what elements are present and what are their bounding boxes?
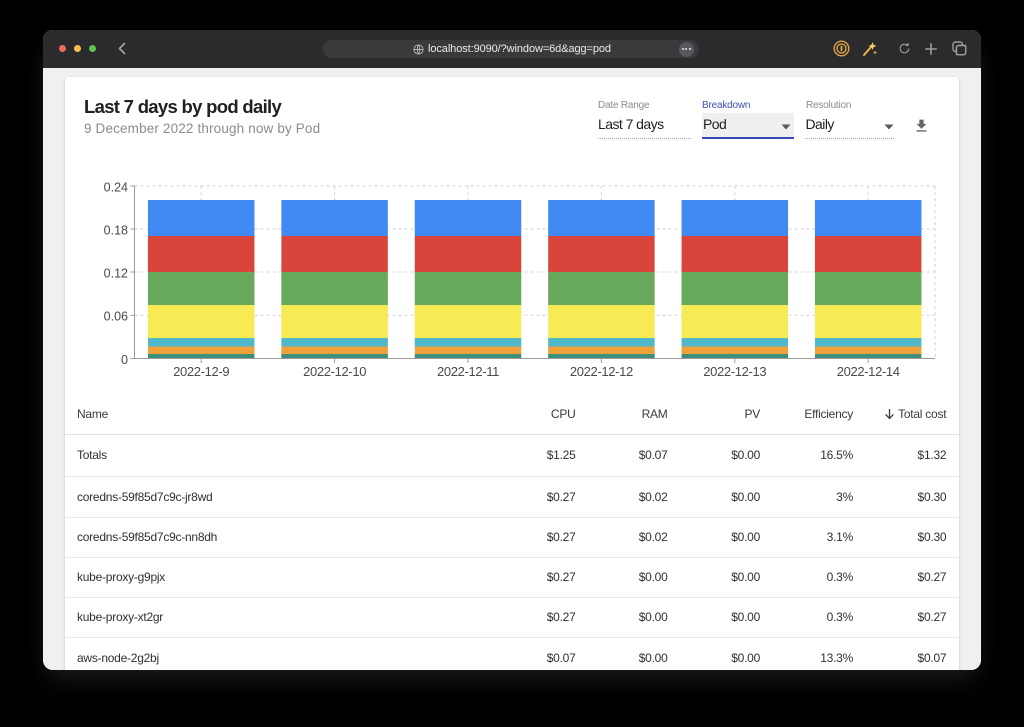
- svg-text:0.06: 0.06: [104, 309, 128, 323]
- svg-text:0.24: 0.24: [104, 180, 128, 194]
- svg-text:2022-12-14: 2022-12-14: [837, 364, 900, 379]
- svg-text:2022-12-12: 2022-12-12: [570, 364, 633, 379]
- svg-text:2022-12-10: 2022-12-10: [303, 364, 366, 379]
- svg-text:2022-12-11: 2022-12-11: [437, 364, 499, 379]
- svg-text:0.18: 0.18: [104, 223, 128, 237]
- svg-text:0: 0: [121, 352, 128, 366]
- svg-text:0.12: 0.12: [104, 266, 128, 280]
- svg-text:2022-12-13: 2022-12-13: [703, 364, 766, 379]
- svg-text:2022-12-9: 2022-12-9: [173, 364, 229, 379]
